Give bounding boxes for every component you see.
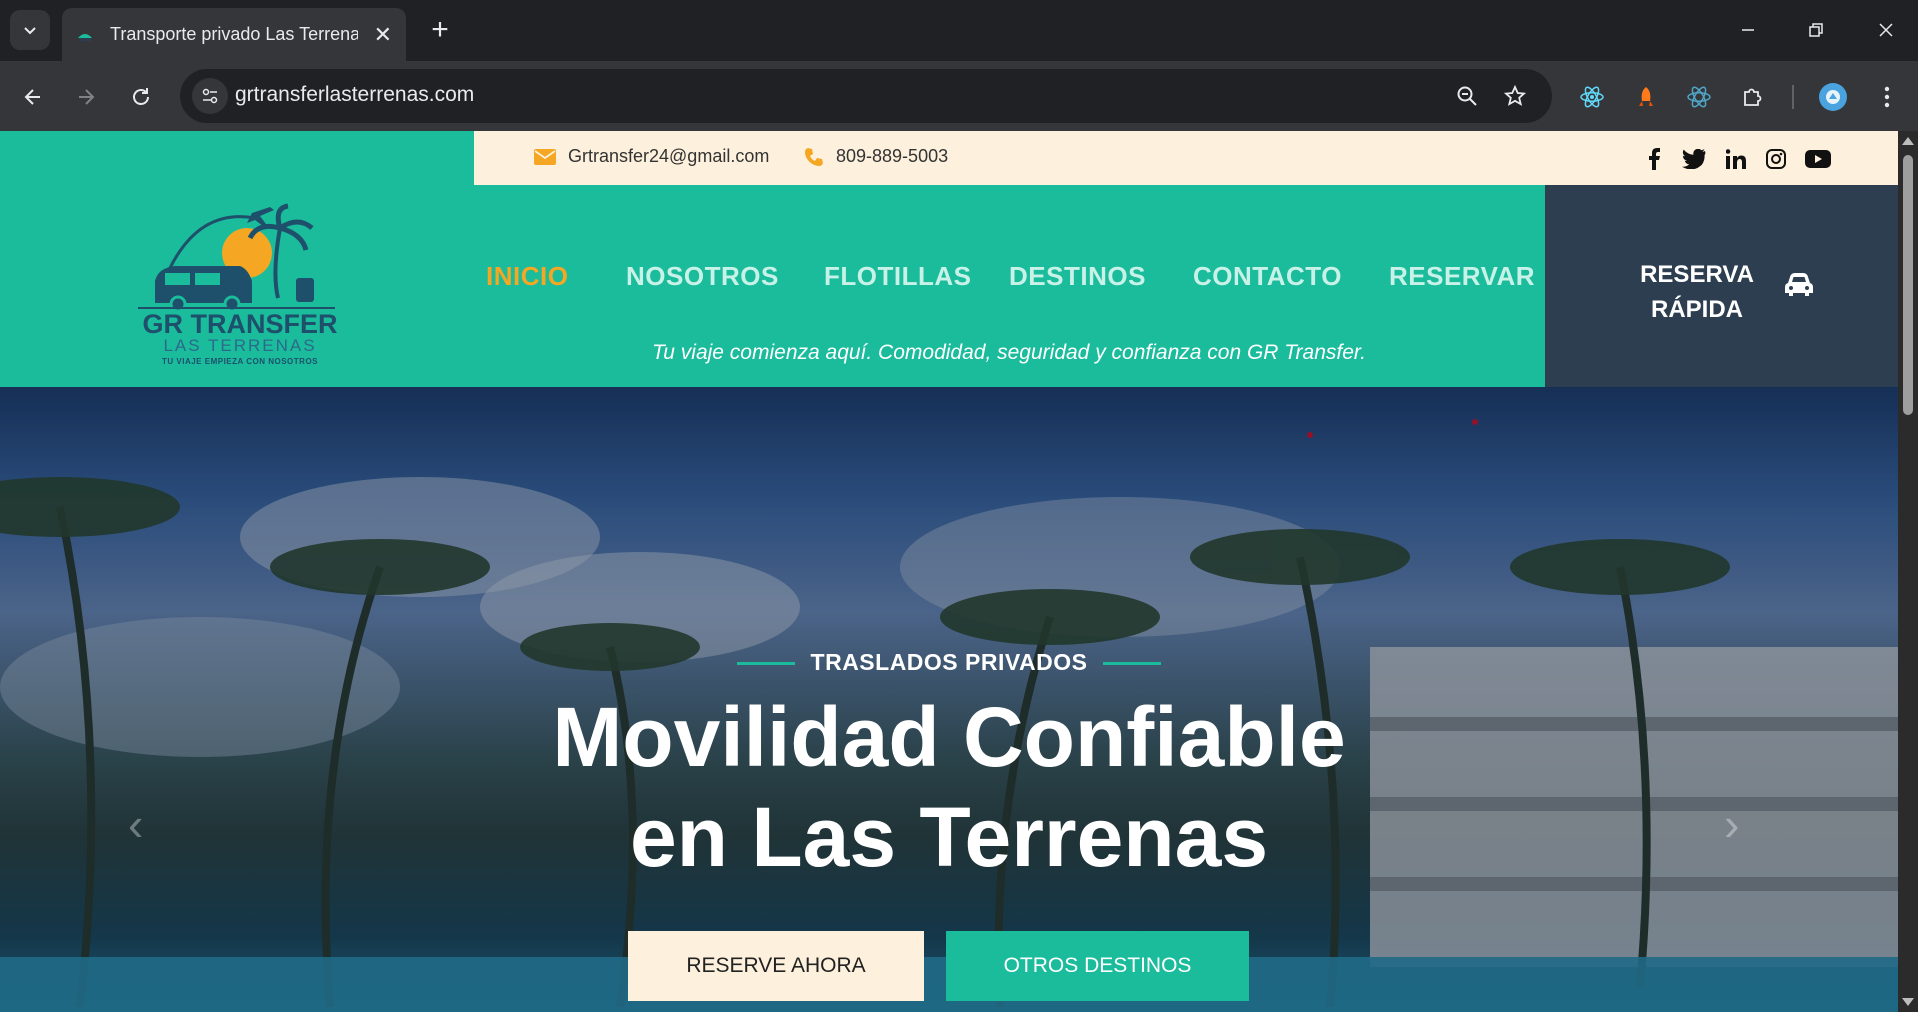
hero-slider: ‹ › TRASLADOS PRIVADOS Movilidad Confiab…: [0, 387, 1898, 1012]
tab-close-icon[interactable]: ✕: [374, 23, 392, 46]
tab-search-button[interactable]: [10, 10, 50, 50]
bookmark-button[interactable]: [1500, 81, 1530, 111]
chevron-down-icon: [24, 27, 36, 35]
header-tagline: Tu viaje comienza aquí. Comodidad, segur…: [652, 341, 1366, 364]
logo-name: GR TRANSFER: [143, 309, 338, 339]
extension-react-devtools[interactable]: [1575, 80, 1609, 114]
extensions-menu-button[interactable]: [1736, 80, 1770, 114]
reload-button[interactable]: [122, 78, 160, 116]
arrow-right-icon: [79, 89, 95, 105]
browser-tab-active[interactable]: Transporte privado Las Terrenas ✕: [62, 8, 406, 61]
nav-destinos[interactable]: DESTINOS: [1009, 261, 1146, 292]
zoom-button[interactable]: [1452, 81, 1482, 111]
scroll-thumb[interactable]: [1903, 155, 1913, 415]
star-icon: [1504, 85, 1526, 106]
url-text[interactable]: grtransferlasterrenas.com: [235, 83, 474, 107]
address-bar[interactable]: grtransferlasterrenas.com: [180, 69, 1552, 123]
site-favicon-icon: [78, 33, 92, 41]
email-text: Grtransfer24@gmail.com: [568, 146, 770, 166]
minimize-icon: [1742, 29, 1754, 31]
facebook-link[interactable]: [1640, 145, 1668, 173]
hero-subtitle: TRASLADOS PRIVADOS: [0, 649, 1898, 676]
site-info-button[interactable]: [192, 78, 228, 114]
contact-topbar: Grtransfer24@gmail.com 809-889-5003: [474, 131, 1898, 185]
close-icon: [1879, 23, 1893, 37]
nav-inicio[interactable]: INICIO: [486, 261, 568, 292]
restore-icon: [1809, 23, 1823, 37]
phone-text: 809-889-5003: [836, 146, 949, 166]
new-tab-button[interactable]: +: [424, 13, 456, 46]
quick-reserve-line2: RÁPIDA: [1650, 296, 1743, 323]
phone-icon: [805, 147, 823, 166]
nav-contacto[interactable]: CONTACTO: [1193, 261, 1342, 292]
instagram-link[interactable]: [1762, 145, 1790, 173]
logo-graphic-icon: GR TRANSFER LAS TERRENAS: [138, 203, 338, 355]
scroll-down-arrow[interactable]: [1902, 998, 1914, 1006]
browser-toolbar: grtransferlasterrenas.com: [0, 61, 1918, 131]
linkedin-icon: [1726, 149, 1746, 169]
puzzle-icon: [1744, 88, 1762, 106]
arrow-left-icon: [24, 89, 40, 105]
quick-reserve-button[interactable]: RESERVA RÁPIDA: [1545, 185, 1898, 387]
extension-react-alt[interactable]: [1682, 80, 1716, 114]
tune-icon: [202, 88, 218, 104]
restore-button[interactable]: [1796, 14, 1836, 46]
zoom-out-icon: [1457, 86, 1477, 106]
web-page: GR TRANSFER LAS TERRENAS TU VIAJE EMPIEZ…: [0, 131, 1898, 1012]
react-outline-icon: [1687, 86, 1711, 108]
nav-reservar[interactable]: RESERVAR: [1389, 261, 1535, 292]
car-icon: [1785, 273, 1813, 296]
hero-title-line1: Movilidad Confiable: [552, 690, 1346, 784]
quick-reserve-label: RESERVA RÁPIDA: [1617, 257, 1777, 327]
scroll-up-arrow[interactable]: [1902, 137, 1914, 145]
hero-subtitle-text: TRASLADOS PRIVADOS: [810, 649, 1088, 675]
other-destinations-button[interactable]: OTROS DESTINOS: [946, 931, 1249, 1001]
reserve-now-button[interactable]: RESERVE AHORA: [628, 931, 924, 1001]
back-button[interactable]: [14, 78, 52, 116]
site-header: GR TRANSFER LAS TERRENAS TU VIAJE EMPIEZ…: [0, 131, 1898, 387]
twitter-link[interactable]: [1680, 145, 1708, 173]
logo-slogan: TU VIAJE EMPIEZA CON NOSOTROS: [162, 357, 318, 366]
subtitle-line-right: [1103, 662, 1162, 666]
page-scrollbar[interactable]: [1898, 131, 1918, 1012]
logo-place: LAS TERRENAS: [163, 336, 316, 353]
twitter-icon: [1682, 149, 1706, 169]
youtube-icon: [1805, 150, 1831, 168]
instagram-icon: [1766, 149, 1786, 169]
youtube-link[interactable]: [1804, 145, 1832, 173]
facebook-icon: [1649, 148, 1660, 170]
envelope-icon: [534, 148, 556, 165]
browser-menu-button[interactable]: [1870, 80, 1904, 114]
kebab-menu-icon: [1884, 86, 1890, 108]
site-logo[interactable]: GR TRANSFER LAS TERRENAS TU VIAJE EMPIEZ…: [130, 173, 350, 366]
rocket-icon: [1639, 87, 1653, 106]
quick-reserve-line1: RESERVA: [1640, 261, 1754, 288]
avatar-icon: [1819, 83, 1847, 111]
tab-title: Transporte privado Las Terrenas: [110, 24, 358, 44]
minimize-button[interactable]: [1728, 14, 1768, 46]
subtitle-line-left: [736, 662, 795, 666]
hero-title-line2: en Las Terrenas: [629, 790, 1269, 884]
forward-button[interactable]: [67, 78, 105, 116]
hero-title: Movilidad Confiable en Las Terrenas: [0, 687, 1898, 887]
browser-tab-strip: Transporte privado Las Terrenas ✕ +: [0, 0, 1918, 61]
profile-button[interactable]: [1816, 80, 1850, 114]
reload-icon: [133, 88, 149, 105]
react-icon: [1580, 86, 1604, 108]
toolbar-separator: [1792, 85, 1794, 109]
extension-orange[interactable]: [1629, 80, 1663, 114]
linkedin-link[interactable]: [1722, 145, 1750, 173]
phone-link[interactable]: 809-889-5003: [804, 146, 948, 167]
nav-nosotros[interactable]: NOSOTROS: [626, 261, 779, 292]
nav-flotillas[interactable]: FLOTILLAS: [824, 261, 971, 292]
email-link[interactable]: Grtransfer24@gmail.com: [534, 146, 769, 167]
close-window-button[interactable]: [1866, 14, 1906, 46]
